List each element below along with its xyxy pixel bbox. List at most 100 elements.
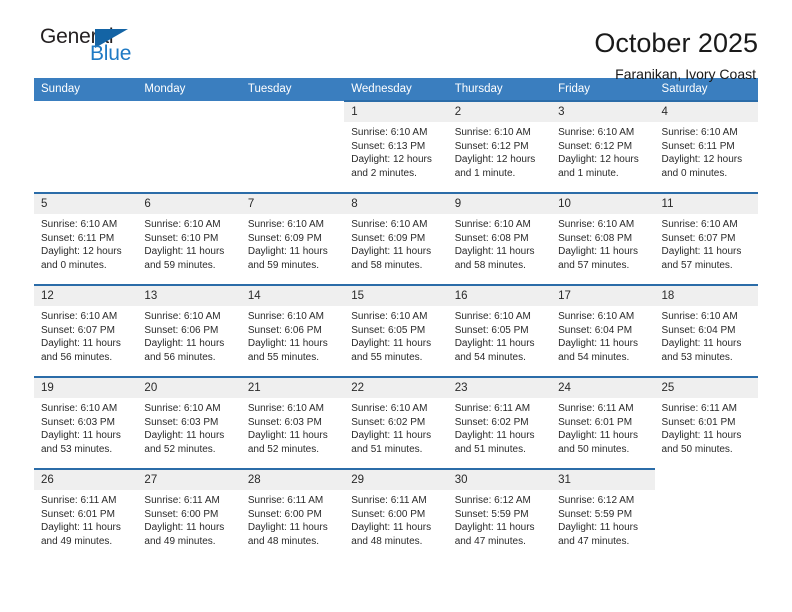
daylight-text-line2: and 49 minutes. [41,535,113,547]
calendar-day-cell[interactable]: 20 Sunrise: 6:10 AM Sunset: 6:03 PM Dayligh… [137,376,241,469]
day-details: Sunrise: 6:10 AM Sunset: 6:06 PM Daylight:… [241,306,344,364]
sunrise-text: Sunrise: 6:10 AM [144,219,221,230]
calendar-day-cell[interactable]: 18 Sunrise: 6:10 AM Sunset: 6:04 PM Dayligh… [654,284,758,377]
calendar-day-cell[interactable]: 29 Sunrise: 6:11 AM Sunset: 6:00 PM Dayligh… [344,468,448,560]
sunset-text: Sunset: 6:08 PM [454,232,529,244]
calendar-day-cell[interactable]: 30 Sunrise: 6:12 AM Sunset: 5:59 PM Dayligh… [447,468,552,560]
daylight-text-line2: and 1 minute. [454,167,516,179]
title-block: October 2025 Faranikan, Ivory Coast [594,26,758,83]
calendar-day-cell[interactable]: 23 Sunrise: 6:11 AM Sunset: 6:02 PM Dayligh… [447,376,552,469]
calendar-day-cell[interactable]: 27 Sunrise: 6:11 AM Sunset: 6:00 PM Dayligh… [137,468,241,560]
calendar-day-cell[interactable]: 7 Sunrise: 6:10 AM Sunset: 6:09 PM Daylight… [240,192,345,285]
daylight-text-line2: and 50 minutes. [661,443,733,455]
day-details: Sunrise: 6:12 AM Sunset: 5:59 PM Daylight:… [551,490,654,548]
daylight-text-line2: and 51 minutes. [454,443,526,455]
day-number: 30 [447,470,552,490]
day-details: Sunrise: 6:10 AM Sunset: 6:13 PM Daylight:… [344,122,447,180]
day-details: Sunrise: 6:10 AM Sunset: 6:05 PM Daylight:… [344,306,447,364]
daylight-text-line1: Daylight: 12 hours [41,246,122,258]
calendar-day-cell[interactable]: 28 Sunrise: 6:11 AM Sunset: 6:00 PM Dayligh… [240,468,345,560]
sunset-text: Sunset: 6:07 PM [661,232,736,244]
day-details: Sunrise: 6:10 AM Sunset: 6:12 PM Daylight:… [551,122,654,180]
calendar-day-cell[interactable]: 19 Sunrise: 6:10 AM Sunset: 6:03 PM Dayligh… [34,376,138,469]
daylight-text-line2: and 55 minutes. [247,351,320,363]
daylight-text-line2: and 54 minutes. [454,351,526,363]
daylight-text-line1: Daylight: 11 hours [144,246,225,258]
sunrise-text: Sunrise: 6:10 AM [558,311,635,322]
sunrise-text: Sunrise: 6:12 AM [454,495,531,506]
daylight-text-line2: and 56 minutes. [144,351,216,363]
calendar-day-cell[interactable]: 31 Sunrise: 6:12 AM Sunset: 5:59 PM Dayligh… [551,468,655,560]
calendar-day-cell[interactable]: 11 Sunrise: 6:10 AM Sunset: 6:07 PM Dayligh… [654,192,758,285]
calendar-day-cell[interactable]: 9 Sunrise: 6:10 AM Sunset: 6:08 PM Daylight… [447,192,552,285]
calendar-day-cell[interactable]: 12 Sunrise: 6:10 AM Sunset: 6:07 PM Dayligh… [34,284,138,377]
sunrise-text: Sunrise: 6:11 AM [144,495,220,506]
sunrise-text: Sunrise: 6:10 AM [558,127,635,138]
calendar-day-cell[interactable]: 10 Sunrise: 6:10 AM Sunset: 6:08 PM Dayligh… [551,192,655,285]
day-details: Sunrise: 6:10 AM Sunset: 6:11 PM Daylight:… [34,214,137,272]
calendar-day-cell[interactable]: 22 Sunrise: 6:10 AM Sunset: 6:02 PM Dayligh… [344,376,448,469]
sunset-text: Sunset: 6:02 PM [454,416,529,428]
calendar-day-cell[interactable]: 26 Sunrise: 6:11 AM Sunset: 6:01 PM Dayligh… [34,468,138,560]
day-number: 22 [344,378,448,398]
daylight-text-line1: Daylight: 11 hours [144,338,225,350]
sunset-text: Sunset: 6:03 PM [247,416,322,428]
day-details: Sunrise: 6:11 AM Sunset: 6:02 PM Daylight:… [448,398,551,456]
calendar-body: 1 Sunrise: 6:10 AM Sunset: 6:13 PM Daylight… [34,100,758,560]
calendar-day-cell[interactable]: 17 Sunrise: 6:10 AM Sunset: 6:04 PM Dayligh… [551,284,655,377]
calendar-day-cell[interactable]: 14 Sunrise: 6:10 AM Sunset: 6:06 PM Dayligh… [240,284,345,377]
daylight-text-line1: Daylight: 11 hours [661,338,742,350]
sunrise-text: Sunrise: 6:10 AM [454,219,531,230]
day-details: Sunrise: 6:10 AM Sunset: 6:12 PM Daylight:… [448,122,551,180]
sunset-text: Sunset: 6:06 PM [247,324,322,336]
daylight-text-line2: and 47 minutes. [558,535,630,547]
day-details: Sunrise: 6:10 AM Sunset: 6:04 PM Daylight:… [551,306,654,364]
sunrise-text: Sunrise: 6:10 AM [351,127,428,138]
calendar-day-cell[interactable]: 25 Sunrise: 6:11 AM Sunset: 6:01 PM Dayligh… [654,376,758,469]
calendar-day-cell[interactable]: 24 Sunrise: 6:11 AM Sunset: 6:01 PM Dayligh… [551,376,655,469]
day-number: 4 [654,102,758,122]
daylight-text-line2: and 48 minutes. [247,535,320,547]
calendar-day-cell[interactable]: 2 Sunrise: 6:10 AM Sunset: 6:12 PM Daylight… [447,100,552,193]
sunset-text: Sunset: 6:04 PM [558,324,633,336]
sunset-text: Sunset: 6:01 PM [41,508,115,520]
daylight-text-line1: Daylight: 11 hours [247,430,328,442]
day-number: 2 [447,102,552,122]
sunrise-text: Sunrise: 6:10 AM [661,311,738,322]
calendar-day-cell[interactable]: 8 Sunrise: 6:10 AM Sunset: 6:09 PM Daylight… [344,192,448,285]
daylight-text-line1: Daylight: 11 hours [144,522,225,534]
sunrise-text: Sunrise: 6:11 AM [247,495,324,506]
calendar-day-cell[interactable]: 21 Sunrise: 6:10 AM Sunset: 6:03 PM Dayligh… [240,376,345,469]
daylight-text-line1: Daylight: 11 hours [454,246,535,258]
sunrise-text: Sunrise: 6:10 AM [661,219,738,230]
daylight-text-line1: Daylight: 11 hours [558,246,638,258]
day-number: 19 [34,378,138,398]
day-number: 7 [240,194,345,214]
day-details: Sunrise: 6:10 AM Sunset: 6:10 PM Daylight:… [137,214,240,272]
sunrise-text: Sunrise: 6:10 AM [247,403,324,414]
sunset-text: Sunset: 6:10 PM [144,232,219,244]
calendar-day-cell[interactable]: 5 Sunrise: 6:10 AM Sunset: 6:11 PM Daylight… [34,192,138,285]
daylight-text-line1: Daylight: 11 hours [41,430,121,442]
day-details: Sunrise: 6:10 AM Sunset: 6:08 PM Daylight:… [551,214,654,272]
calendar-day-cell[interactable]: 16 Sunrise: 6:10 AM Sunset: 6:05 PM Dayligh… [447,284,552,377]
weekday-header-thursday: Thursday [447,78,552,101]
daylight-text-line2: and 50 minutes. [558,443,630,455]
calendar-day-cell[interactable]: 6 Sunrise: 6:10 AM Sunset: 6:10 PM Daylight… [137,192,241,285]
daylight-text-line1: Daylight: 11 hours [558,338,638,350]
day-number: 15 [344,286,448,306]
calendar-day-cell[interactable]: 15 Sunrise: 6:10 AM Sunset: 6:05 PM Dayligh… [344,284,448,377]
calendar-day-cell[interactable]: 3 Sunrise: 6:10 AM Sunset: 6:12 PM Daylight… [551,100,655,193]
daylight-text-line2: and 0 minutes. [41,259,107,271]
day-number: 16 [447,286,552,306]
day-details: Sunrise: 6:10 AM Sunset: 6:03 PM Daylight:… [34,398,137,456]
day-details: Sunrise: 6:11 AM Sunset: 6:01 PM Daylight:… [551,398,654,456]
calendar-day-cell[interactable]: 4 Sunrise: 6:10 AM Sunset: 6:11 PM Daylight… [654,100,758,193]
daylight-text-line2: and 52 minutes. [247,443,320,455]
daylight-text-line1: Daylight: 11 hours [247,246,328,258]
daylight-text-line2: and 49 minutes. [144,535,216,547]
daylight-text-line2: and 57 minutes. [661,259,733,271]
daylight-text-line2: and 59 minutes. [144,259,216,271]
calendar-day-cell[interactable]: 13 Sunrise: 6:10 AM Sunset: 6:06 PM Dayligh… [137,284,241,377]
calendar-day-cell[interactable]: 1 Sunrise: 6:10 AM Sunset: 6:13 PM Daylight… [344,100,448,193]
